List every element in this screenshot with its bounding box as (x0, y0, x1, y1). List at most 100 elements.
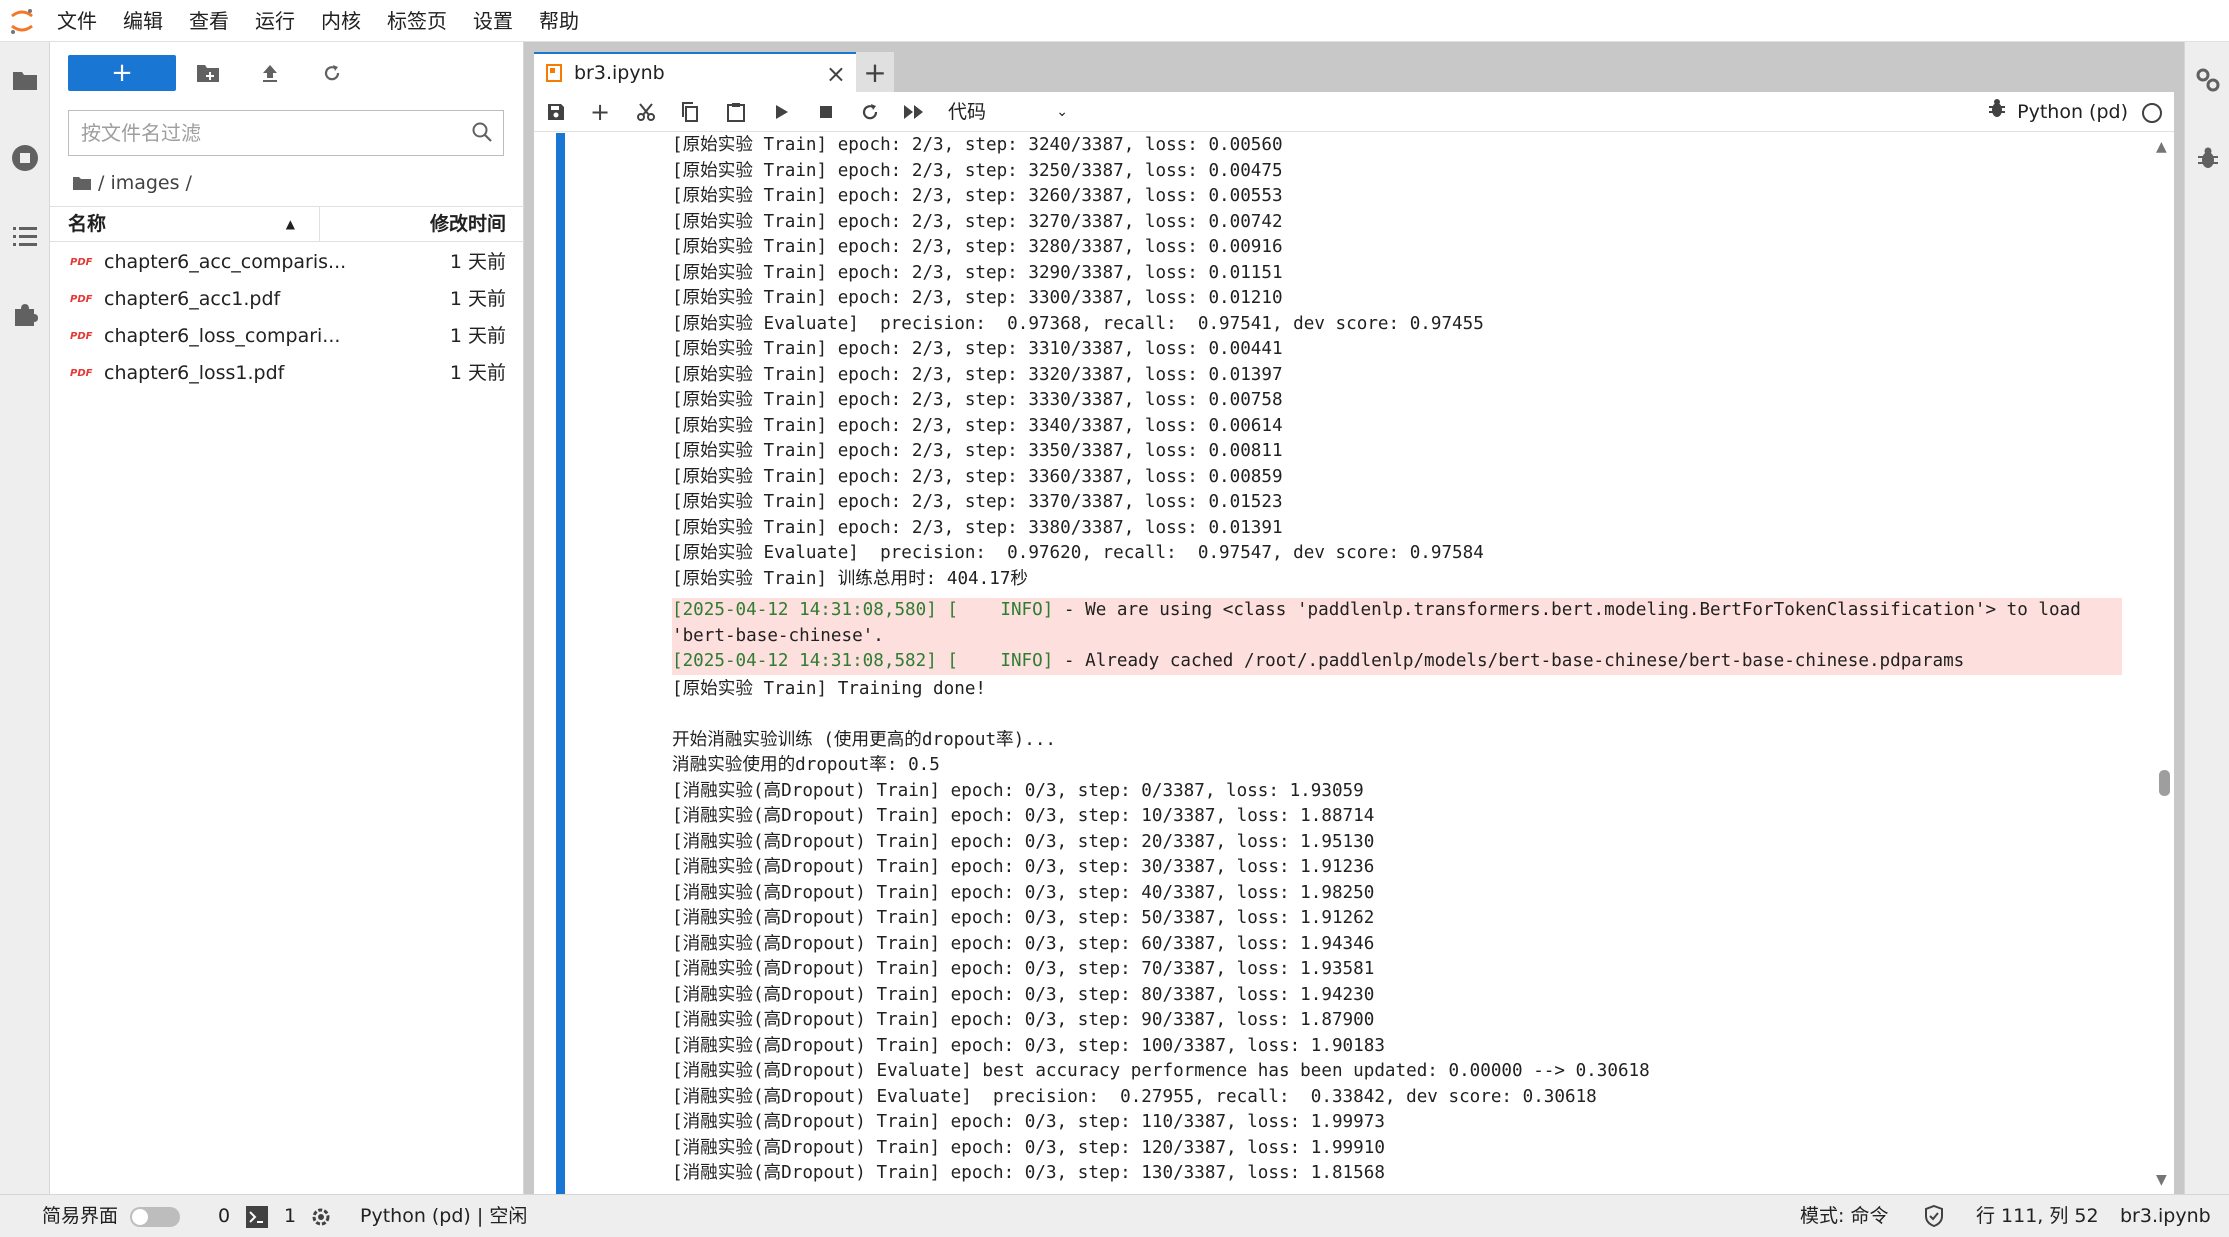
notebook-toolbar: + 代码 ⌄ Python (pd) (534, 92, 2174, 132)
output-line: [原始实验 Train] epoch: 2/3, step: 3360/3387… (672, 466, 1283, 487)
cell-type-value: 代码 (948, 101, 987, 123)
breadcrumb-path[interactable]: / images / (98, 172, 192, 194)
output-line: [原始实验 Train] epoch: 2/3, step: 3380/3387… (672, 517, 1283, 538)
file-name: chapter6_loss1.pdf (104, 362, 285, 384)
output-line: [原始实验 Train] epoch: 2/3, step: 3370/3387… (672, 492, 1283, 512)
output-line: [原始实验 Train] epoch: 2/3, step: 3240/3387… (672, 135, 1283, 155)
restart-icon[interactable] (854, 96, 886, 128)
vertical-scrollbar[interactable]: ▲ ▼ (2152, 133, 2174, 1194)
tab-bar: br3.ipynb × + (534, 52, 894, 92)
cut-icon[interactable] (630, 96, 662, 128)
new-launcher-button[interactable]: + (68, 55, 176, 91)
file-browser-toolbar: + (50, 42, 524, 104)
close-icon[interactable]: × (826, 60, 846, 88)
extension-puzzle-icon[interactable] (0, 286, 50, 342)
pdf-file-icon: PDF (70, 331, 93, 342)
active-cell-indicator[interactable] (556, 133, 565, 1194)
cell-type-select[interactable]: 代码 ⌄ (948, 96, 1068, 128)
file-list-header: 名称 ▲ 修改时间 (50, 206, 524, 242)
column-name-header[interactable]: 名称 ▲ (68, 207, 320, 241)
file-name: chapter6_acc_comparis... (104, 251, 347, 273)
output-line: [原始实验 Train] epoch: 2/3, step: 3250/3387… (672, 160, 1283, 181)
new-folder-icon[interactable] (190, 56, 226, 90)
folder-icon[interactable] (72, 175, 92, 191)
insert-cell-icon[interactable]: + (584, 96, 616, 128)
folder-icon[interactable] (0, 52, 50, 108)
output-line: [消融实验(高Dropout) Train] epoch: 0/3, step:… (672, 831, 1375, 852)
stderr-output: [2025-04-12 14:31:08,580] [ INFO] - We a… (672, 598, 2122, 675)
trusted-shield-icon[interactable] (1924, 1204, 1944, 1228)
stderr-line: [2025-04-12 14:31:08,582] [ INFO] - Alre… (672, 649, 2122, 675)
file-row[interactable]: PDF chapter6_acc1.pdf 1 天前 (50, 281, 524, 318)
menu-bar: 文件 编辑 查看 运行 内核 标签页 设置 帮助 (0, 0, 2229, 42)
simple-mode-toggle[interactable] (130, 1207, 180, 1227)
kernel-gear-icon[interactable] (310, 1206, 332, 1228)
menu-run[interactable]: 运行 (242, 0, 308, 42)
menu-help[interactable]: 帮助 (526, 0, 592, 42)
upload-icon[interactable] (252, 56, 288, 90)
file-name: chapter6_loss_compari... (104, 325, 341, 347)
output-line: [消融实验(高Dropout) Train] epoch: 0/3, step:… (672, 780, 1364, 801)
file-row[interactable]: PDF chapter6_loss1.pdf 1 天前 (50, 355, 524, 392)
column-modified-header[interactable]: 修改时间 (430, 207, 506, 241)
property-inspector-gears-icon[interactable] (2185, 52, 2229, 108)
table-of-contents-icon[interactable] (0, 208, 50, 264)
debugger-bug-icon[interactable] (2185, 130, 2229, 186)
status-filename: br3.ipynb (2120, 1205, 2211, 1227)
notebook-icon (546, 64, 562, 82)
stop-icon[interactable] (810, 96, 842, 128)
file-filter-input[interactable] (69, 112, 449, 154)
output-line: [消融实验(高Dropout) Evaluate] precision: 0.2… (672, 1086, 1597, 1107)
output-line: [消融实验(高Dropout) Train] epoch: 0/3, step:… (672, 806, 1375, 826)
fast-forward-icon[interactable] (898, 96, 930, 128)
menu-view[interactable]: 查看 (176, 0, 242, 42)
output-line: [消融实验(高Dropout) Train] epoch: 0/3, step:… (672, 1163, 1385, 1183)
search-icon[interactable] (471, 121, 493, 147)
output-line: [原始实验 Train] epoch: 2/3, step: 3280/3387… (672, 237, 1283, 257)
notebook-mode[interactable]: 模式: 命令 (1800, 1195, 1888, 1237)
scroll-up-icon[interactable]: ▲ (2156, 139, 2167, 155)
output-line: [原始实验 Train] epoch: 2/3, step: 3290/3387… (672, 262, 1283, 283)
output-line: [消融实验(高Dropout) Evaluate] best accuracy … (672, 1061, 1650, 1081)
terminal-icon[interactable] (246, 1206, 268, 1228)
cursor-position[interactable]: 行 111, 列 52 (1976, 1195, 2099, 1237)
output-line: [消融实验(高Dropout) Train] epoch: 0/3, step:… (672, 1035, 1385, 1056)
output-line: [消融实验(高Dropout) Train] epoch: 0/3, step:… (672, 882, 1375, 903)
output-line: [消融实验(高Dropout) Train] epoch: 0/3, step:… (672, 959, 1375, 979)
copy-icon[interactable] (674, 96, 706, 128)
output-line: [原始实验 Train] epoch: 2/3, step: 3260/3387… (672, 186, 1283, 206)
menu-file[interactable]: 文件 (44, 0, 110, 42)
output-line: [消融实验(高Dropout) Train] epoch: 0/3, step:… (672, 857, 1375, 877)
menu-kernel[interactable]: 内核 (308, 0, 374, 42)
status-bar: 简易界面 0 1 Python (pd) | 空闲 模式: 命令 行 111, … (0, 1194, 2229, 1237)
terminal-count[interactable]: 0 (218, 1195, 230, 1237)
run-icon[interactable] (766, 96, 798, 128)
output-line: [原始实验 Train] epoch: 2/3, step: 3310/3387… (672, 339, 1283, 359)
scroll-down-icon[interactable]: ▼ (2156, 1172, 2167, 1188)
menu-settings[interactable]: 设置 (460, 0, 526, 42)
output-line: [原始实验 Train] epoch: 2/3, step: 3340/3387… (672, 415, 1283, 436)
kernel-count[interactable]: 1 (284, 1195, 296, 1237)
menu-edit[interactable]: 编辑 (110, 0, 176, 42)
output-line: [消融实验(高Dropout) Train] epoch: 0/3, step:… (672, 1137, 1385, 1158)
debugger-bug-icon[interactable] (1988, 98, 2006, 122)
save-icon[interactable] (540, 96, 572, 128)
output-line: [原始实验 Train] epoch: 2/3, step: 3320/3387… (672, 364, 1283, 385)
add-tab-button[interactable]: + (856, 52, 894, 92)
file-row[interactable]: PDF chapter6_acc_comparis... 1 天前 (50, 244, 524, 281)
menu-tabs[interactable]: 标签页 (374, 0, 460, 42)
output-line: [原始实验 Train] epoch: 2/3, step: 3330/3387… (672, 390, 1283, 410)
stderr-line: [2025-04-12 14:31:08,580] [ INFO] - We a… (672, 598, 2122, 624)
scrollbar-thumb[interactable] (2159, 770, 2170, 796)
kernel-status-text[interactable]: Python (pd) | 空闲 (360, 1195, 527, 1237)
tab-label: br3.ipynb (574, 62, 665, 84)
file-row[interactable]: PDF chapter6_loss_compari... 1 天前 (50, 318, 524, 355)
refresh-icon[interactable] (314, 56, 350, 90)
output-line: [原始实验 Evaluate] precision: 0.97368, reca… (672, 313, 1484, 334)
paste-icon[interactable] (720, 96, 752, 128)
running-kernels-icon[interactable] (0, 130, 50, 186)
kernel-name[interactable]: Python (pd) (2017, 96, 2128, 128)
log-message: - We are using <class 'paddlenlp.transfo… (1053, 600, 2081, 620)
tab-notebook[interactable]: br3.ipynb × (534, 52, 856, 92)
